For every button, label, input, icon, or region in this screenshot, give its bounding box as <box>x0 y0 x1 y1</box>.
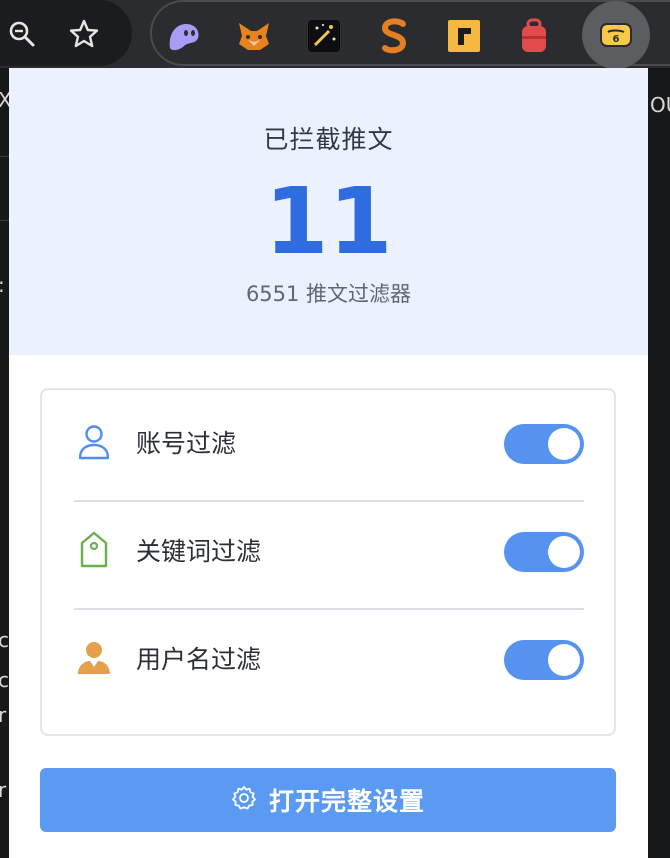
toggle-knob <box>548 644 580 676</box>
page-text-fragment: c <box>0 628 9 652</box>
open-full-settings-button[interactable]: 打开完整设置 <box>40 768 616 832</box>
browser-toolbar: 6 <box>0 0 670 69</box>
zoom-icon[interactable] <box>0 12 44 56</box>
filter-row-account: 账号过滤 <box>74 390 584 496</box>
toggle-knob <box>548 536 580 568</box>
page-text-fragment: : <box>0 273 5 297</box>
s-logo-icon[interactable] <box>372 14 416 58</box>
filter-list: 账号过滤 关键词过滤 用户名过滤 <box>40 388 616 736</box>
extension-popup: 已拦截推文 11 6551 推文过滤器 账号过滤 关键词过滤 用户名过滤 打开完… <box>9 68 648 858</box>
filter-row-username: 用户名过滤 <box>74 606 584 712</box>
divider <box>0 220 9 221</box>
open-settings-label: 打开完整设置 <box>268 787 425 816</box>
extensions-strip: 6 <box>150 0 670 69</box>
gear-icon <box>231 785 257 815</box>
page-background-right: OU <box>648 68 670 858</box>
blocked-title: 已拦截推文 <box>263 125 394 154</box>
keyword-filter-toggle[interactable] <box>504 532 584 572</box>
filter-label: 用户名过滤 <box>136 645 262 674</box>
blocked-count: 11 <box>264 168 393 275</box>
r-logo-icon[interactable] <box>442 14 486 58</box>
divider <box>0 156 9 157</box>
blocked-stats-panel: 已拦截推文 11 6551 推文过滤器 <box>9 68 648 355</box>
tag-icon <box>74 530 114 570</box>
app-subtitle: 6551 推文过滤器 <box>245 282 412 306</box>
svg-text:6: 6 <box>613 34 620 45</box>
page-text-fragment: r <box>0 778 7 802</box>
bookmark-star-icon[interactable] <box>62 12 106 56</box>
metamask-fox-icon[interactable] <box>232 14 276 58</box>
person-filled-icon <box>74 638 114 678</box>
tweet-filter-extension-icon[interactable]: 6 <box>582 1 650 69</box>
page-text-fragment: r <box>0 703 7 727</box>
phantom-ghost-icon[interactable] <box>162 14 206 58</box>
username-filter-toggle[interactable] <box>504 640 584 680</box>
user-outline-icon <box>74 422 114 462</box>
toggle-knob <box>548 428 580 460</box>
page-background-left: X : c c r r <box>0 68 12 858</box>
page-text-fragment: OU <box>650 93 670 117</box>
account-filter-toggle[interactable] <box>504 424 584 464</box>
backpack-icon[interactable] <box>512 14 556 58</box>
filter-label: 关键词过滤 <box>136 537 262 566</box>
filter-row-keyword: 关键词过滤 <box>74 498 584 604</box>
magic-wand-icon[interactable] <box>302 14 346 58</box>
address-bar-end <box>0 0 132 66</box>
page-text-fragment: c <box>0 668 9 692</box>
filter-label: 账号过滤 <box>136 429 237 458</box>
